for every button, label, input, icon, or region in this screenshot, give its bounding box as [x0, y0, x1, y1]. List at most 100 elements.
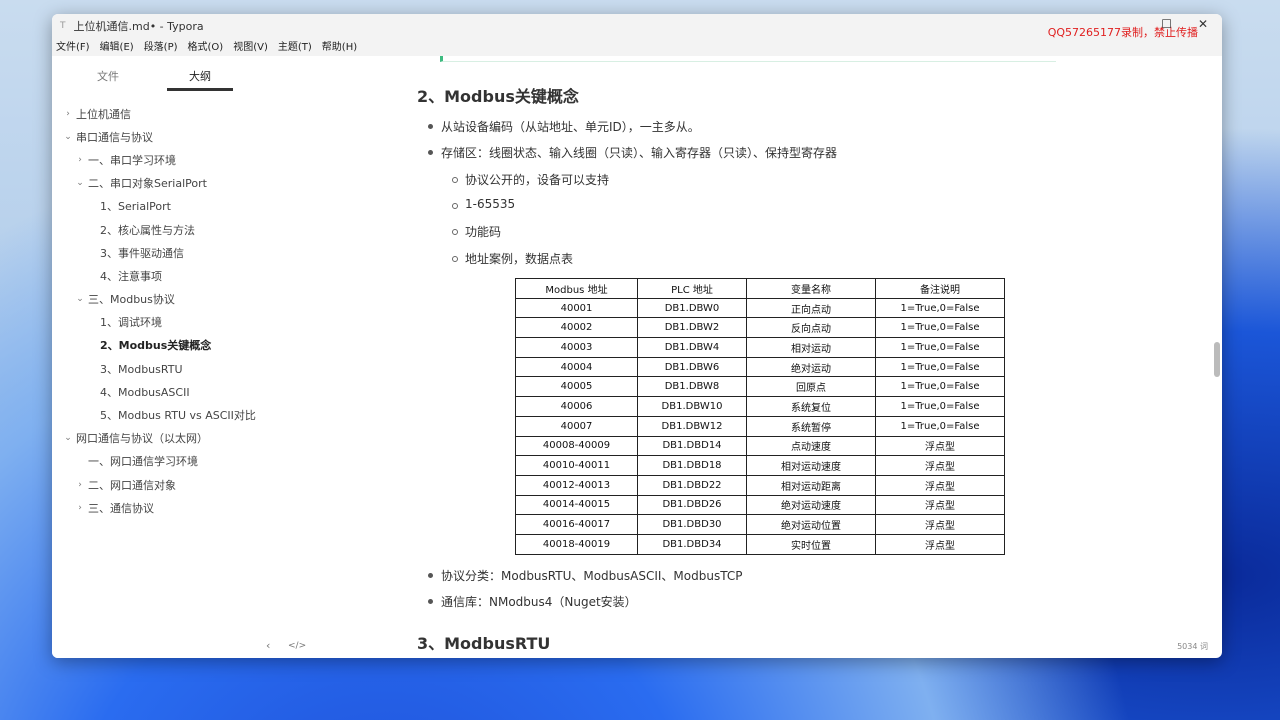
sub-list-item: 地址案例，数据点表: [451, 252, 574, 266]
menu-item[interactable]: 段落(P): [144, 38, 178, 56]
word-count[interactable]: 5034 词: [1177, 641, 1208, 652]
outline-item[interactable]: 1、调试环境: [52, 311, 262, 334]
outline-item-label: 3、事件驱动通信: [100, 246, 184, 260]
outline-item-label: 2、核心属性与方法: [100, 223, 195, 237]
window-title: 上位机通信.md• - Typora: [73, 20, 204, 33]
table-cell: 1=True,0=False: [875, 415, 1005, 437]
table-cell: DB1.DBW0: [637, 297, 747, 319]
outline-item-label: 1、SerialPort: [100, 200, 171, 214]
table-cell: 40008-40009: [515, 435, 638, 457]
caret-icon[interactable]: ›: [74, 480, 86, 490]
outline-item-label: 2、Modbus关键概念: [100, 339, 212, 353]
tab-outline[interactable]: 大纲: [189, 68, 211, 84]
table-row: 40008-40009 DB1.DBD14 点动速度 浮点型: [515, 435, 1005, 457]
table-cell: DB1.DBW12: [637, 415, 747, 437]
outline-list: › 上位机通信 ⌄ 串口通信与协议 › 一、串口学习环境 ⌄ 二、串口对象SerialPort…: [52, 102, 262, 519]
table-cell: 浮点型: [875, 455, 1005, 476]
title-bar: T 上位机通信.md• - Typora: [52, 14, 1222, 38]
table-header: 变量名称: [746, 278, 876, 299]
table-row: 40016-40017 DB1.DBD30 绝对运动位置 浮点型: [515, 514, 1005, 535]
menu-item[interactable]: 格式(O): [188, 38, 224, 56]
outline-item-label: 串口通信与协议: [76, 130, 153, 144]
table-cell: 浮点型: [875, 533, 1005, 555]
outline-item[interactable]: › 上位机通信: [52, 102, 262, 125]
caret-icon[interactable]: ›: [74, 503, 86, 513]
outline-item[interactable]: ⌄ 网口通信与协议（以太网）: [52, 427, 262, 450]
tab-files[interactable]: 文件: [97, 68, 119, 84]
caret-icon[interactable]: ⌄: [62, 433, 74, 443]
table-row: 40007 DB1.DBW12 系统暂停 1=True,0=False: [515, 415, 1005, 437]
outline-item[interactable]: 5、Modbus RTU vs ASCII对比: [52, 403, 262, 426]
table-row: 40005 DB1.DBW8 回原点 1=True,0=False: [515, 376, 1005, 398]
table-header: 备注说明: [875, 278, 1005, 299]
outline-item[interactable]: › 二、网口通信对象: [52, 473, 262, 496]
outline-item[interactable]: 4、ModbusASCII: [52, 380, 262, 403]
collapse-sidebar-button[interactable]: ‹: [266, 639, 270, 652]
table-row: 40006 DB1.DBW10 系统复位 1=True,0=False: [515, 396, 1005, 417]
typora-window: T 上位机通信.md• - Typora QQ57265177录制，禁止传播 ☐…: [52, 14, 1222, 658]
outline-item-label: 4、ModbusASCII: [100, 385, 190, 399]
outline-item[interactable]: 2、核心属性与方法: [52, 218, 262, 241]
outline-item[interactable]: ⌄ 三、Modbus协议: [52, 288, 262, 311]
table-cell: 40003: [515, 337, 638, 358]
caret-icon[interactable]: ›: [62, 109, 74, 119]
table-cell: DB1.DBD22: [637, 474, 747, 496]
outline-item-label: 4、注意事项: [100, 269, 162, 283]
table-cell: DB1.DBD34: [637, 533, 747, 555]
menu-item[interactable]: 主题(T): [278, 38, 312, 56]
caret-icon[interactable]: ⌄: [74, 294, 86, 304]
outline-item[interactable]: 4、注意事项: [52, 264, 262, 287]
table-cell: DB1.DBW2: [637, 317, 747, 339]
outline-item-label: 三、通信协议: [88, 501, 154, 515]
table-cell: 40006: [515, 396, 638, 417]
outline-item-label: 一、网口通信学习环境: [88, 455, 198, 469]
table-cell: 40018-40019: [515, 533, 638, 555]
menu-item[interactable]: 文件(F): [56, 38, 90, 56]
outline-item[interactable]: › 三、通信协议: [52, 496, 262, 519]
table-cell: DB1.DBW6: [637, 356, 747, 378]
scrollbar-thumb[interactable]: [1214, 342, 1220, 377]
table-cell: 相对运动速度: [746, 455, 876, 476]
outline-item[interactable]: 2、Modbus关键概念: [52, 334, 262, 357]
table-cell: DB1.DBW10: [637, 396, 747, 417]
list-item: 存储区：线圈状态、输入线圈（只读）、输入寄存器（只读）、保持型寄存器: [427, 146, 838, 160]
outline-item[interactable]: 1、SerialPort: [52, 195, 262, 218]
code-block-edge: [440, 56, 1056, 62]
caret-icon[interactable]: ⌄: [62, 132, 74, 142]
outline-item[interactable]: 3、ModbusRTU: [52, 357, 262, 380]
outline-item[interactable]: ⌄ 串口通信与协议: [52, 125, 262, 148]
table-cell: 1=True,0=False: [875, 317, 1005, 339]
list-item: 协议分类：ModbusRTU、ModbusASCII、ModbusTCP: [427, 569, 743, 583]
table-cell: 1=True,0=False: [875, 396, 1005, 417]
menu-item[interactable]: 编辑(E): [100, 38, 134, 56]
menu-bar: 文件(F) 编辑(E) 段落(P) 格式(O) 视图(V) 主题(T) 帮助(H): [52, 38, 1222, 56]
table-cell: DB1.DBW4: [637, 337, 747, 358]
menu-item[interactable]: 帮助(H): [322, 38, 357, 56]
table-cell: 40002: [515, 317, 638, 339]
outline-item-label: 上位机通信: [76, 107, 131, 121]
table-cell: 40007: [515, 415, 638, 437]
table-cell: 正向点动: [746, 297, 876, 319]
table-row: 40012-40013 DB1.DBD22 相对运动距离 浮点型: [515, 474, 1005, 496]
close-button[interactable]: ✕: [1198, 17, 1208, 31]
table-cell: 浮点型: [875, 514, 1005, 535]
table-row: 40004 DB1.DBW6 绝对运动 1=True,0=False: [515, 356, 1005, 378]
outline-item[interactable]: ⌄ 二、串口对象SerialPort: [52, 172, 262, 195]
table-row: 40018-40019 DB1.DBD34 实时位置 浮点型: [515, 533, 1005, 555]
outline-item[interactable]: › 一、串口学习环境: [52, 148, 262, 171]
table-header: Modbus 地址: [515, 278, 638, 299]
caret-icon[interactable]: ⌄: [74, 178, 86, 188]
source-code-toggle[interactable]: </>: [288, 641, 306, 651]
table-cell: DB1.DBW8: [637, 376, 747, 398]
maximize-button[interactable]: ☐: [1161, 17, 1172, 31]
table-cell: 40016-40017: [515, 514, 638, 535]
outline-item-label: 三、Modbus协议: [88, 293, 175, 307]
table-cell: 反向点动: [746, 317, 876, 339]
table-cell: 系统暂停: [746, 415, 876, 437]
table-cell: 实时位置: [746, 533, 876, 555]
menu-item[interactable]: 视图(V): [233, 38, 268, 56]
caret-icon[interactable]: ›: [74, 155, 86, 165]
outline-item[interactable]: 3、事件驱动通信: [52, 241, 262, 264]
outline-item[interactable]: 一、网口通信学习环境: [52, 450, 262, 473]
editor: 2、Modbus关键概念 从站设备编码（从站地址、单元ID），一主多从。 存储区…: [262, 56, 1222, 658]
